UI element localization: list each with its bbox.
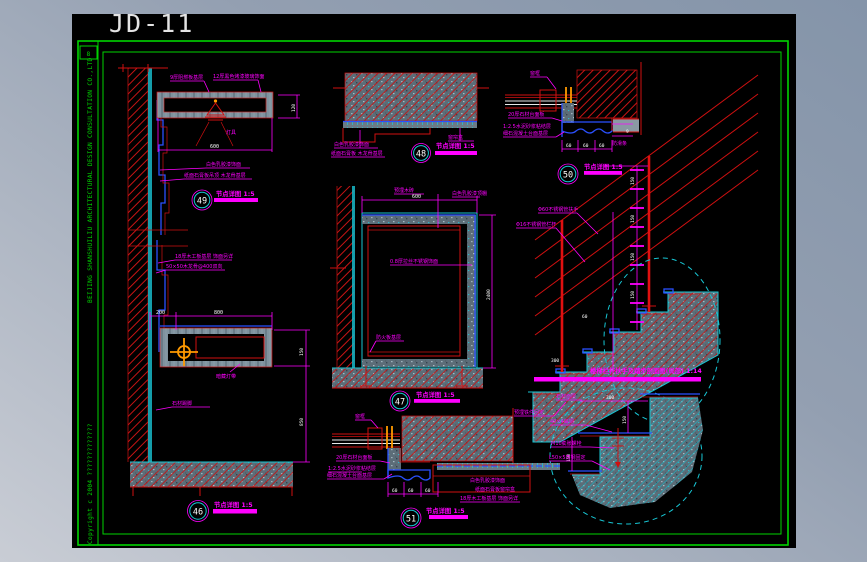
annotation-label: 12厚黑色烤漆玻璃饰面 (213, 73, 264, 80)
detail-49-section: 9厚阻燃板基层 12厚黑色烤漆玻璃饰面 灯具 600 120 白色乳胶漆饰面 纸… (156, 73, 300, 211)
annotation-label: Φ16不锈钢管栏杆 (516, 221, 556, 228)
annotation-label: 预埋铁件固定 (514, 409, 544, 416)
annotation-label: 防滑条 (612, 140, 627, 147)
annotation-label: L50×5角钢固定 (549, 454, 586, 461)
section-title: 楼梯栏杆扶手及踏步剖面图(局部) 1:14 (590, 366, 702, 375)
annotation-label: 白色乳胶漆饰面 (470, 477, 505, 484)
dim-text: 9 (626, 129, 629, 135)
annotation-label: 白色乳胶漆饰面 (206, 161, 241, 168)
revision-number: 8 (86, 51, 90, 58)
dim-text: 150 (622, 416, 628, 424)
dim-text: 120 (291, 104, 297, 112)
annotation-label: 纸面石膏板 木龙骨基层 (331, 150, 383, 157)
annotation-label: 白色乳胶漆饰面 (334, 141, 369, 148)
dim-text: 200 (156, 310, 165, 316)
annotation-label: 50×50木龙骨@400双向 (166, 263, 222, 270)
annotation-label: 窗帘盒 (448, 134, 463, 141)
dim-text: 60 (582, 314, 588, 320)
window-mullion (332, 426, 400, 450)
annotation-label: 细石混凝土台面基层 (327, 472, 372, 479)
annotation-label: 窗框 (530, 70, 540, 77)
detail-47-section: 预埋木砖 白色乳胶漆顶棚 0.8厚拉丝不锈钢饰面 防火板基层 600 2400 (330, 186, 496, 412)
dim-text: 60 (392, 488, 398, 494)
bubble-number: 51 (406, 515, 416, 525)
dim-text: 150 (630, 291, 636, 299)
titleblock-copyright: Copyright c 2004 ????????????? (87, 423, 94, 544)
dim-text: 2400 (486, 289, 492, 300)
bubble-number: 49 (197, 197, 207, 207)
detail-51-section: 窗框 20厚石材台面板 1:2.5水泥砂浆粘结层 细石混凝土台面基层 60 60… (327, 408, 560, 529)
annotation-label: 窗框 (355, 413, 365, 420)
annotation-label: 暗藏灯带 (216, 373, 236, 380)
annotation-label: 纸面石膏板窗帘盒 (475, 486, 515, 493)
dim-text: 60 (599, 143, 605, 149)
dim-text: 60 (408, 488, 414, 494)
bubble-number: 47 (395, 398, 405, 408)
annotation-label: 9厚阻燃板基层 (170, 74, 203, 81)
detail-bubble-51[interactable]: 51 节点详图 1:5 (400, 506, 468, 529)
detail-46-section: 18厚木工板基层 饰面另详 50×50木龙骨@400双向 暗藏灯带 石材踢脚 2… (130, 253, 310, 522)
dim-text: 150 (630, 215, 636, 223)
dim-text: 60 (566, 143, 572, 149)
detail-bubble-47[interactable]: 47 节点详图 1:5 (389, 390, 460, 412)
floor-slab (332, 366, 483, 389)
annotation-label: 预埋木砖 (394, 187, 414, 194)
annotation-label: 纸面石膏板吊顶 木龙骨基层 (184, 172, 246, 179)
bubble-number: 48 (416, 150, 426, 160)
dim-text: 600 (412, 194, 421, 200)
detail-title: 节点详图 1:5 (216, 189, 255, 198)
cad-viewer-page: JD-11 8 BEIJING SHANSHUILIU ARCHITECTURA… (0, 0, 867, 562)
annotation-label: 石材面层 (556, 393, 576, 400)
bubble-number: 50 (563, 171, 573, 181)
dim-text: 150 (630, 253, 636, 261)
annotation-label: Φ60不锈钢管扶手 (538, 206, 578, 213)
stair-title: 楼梯栏杆扶手及踏步剖面图(局部) 1:14 (534, 366, 702, 382)
dim-text: 150 (299, 348, 305, 356)
titleblock-company: BEIJING SHANSHUILIU ARCHITECTURAL DESIGN… (87, 57, 94, 303)
enlarged-step-detail: 300 150 150 石材面层 40×4扁钢 M10膨胀螺栓 L50×5角钢固… (549, 387, 703, 525)
dim-text: 800 (214, 310, 223, 316)
detail-title: 节点详图 1:5 (584, 162, 623, 171)
annotation-label: 1:2.5水泥砂浆粘结层 (328, 465, 376, 472)
annotation-label: 20厚石材台面板 (336, 454, 372, 461)
dim-text: 300 (606, 395, 614, 401)
detail-title: 节点详图 1:5 (436, 141, 475, 150)
sheet-number: JD-11 (109, 9, 194, 38)
bubble-number: 46 (193, 508, 203, 518)
annotation-label: 20厚石材台面板 (508, 111, 544, 118)
detail-bubble-48[interactable]: 48 节点详图 1:5 (411, 141, 478, 163)
dim-text: 60 (425, 488, 431, 494)
drawing-sheet: JD-11 8 BEIJING SHANSHUILIU ARCHITECTURA… (77, 9, 789, 546)
annotation-label: 防火板基层 (376, 334, 401, 341)
annotation-label: 灯具 (226, 129, 236, 136)
annotation-label: 白色乳胶漆顶棚 (452, 190, 487, 197)
floor-slab (130, 461, 293, 496)
detail-48-section: 白色乳胶漆饰面 纸面石膏板 木龙骨基层 窗帘盒 48 节点详图 1:5 (331, 72, 489, 163)
annotation-label: 0.8厚拉丝不锈钢饰面 (390, 258, 438, 265)
dim-text: 60 (583, 143, 589, 149)
annotation-label: 细石混凝土台面基层 (503, 130, 548, 137)
annotation-label: 18厚木工板基层 饰面另详 (460, 495, 518, 502)
annotation-label: 18厚木工板基层 饰面另详 (175, 253, 233, 260)
dim-text: 150 (630, 177, 636, 185)
dim-text: 850 (299, 418, 305, 426)
detail-bubble-50[interactable]: 50 节点详图 1:5 (557, 162, 623, 185)
annotation-label: 40×4扁钢 (550, 418, 574, 425)
detail-title: 节点详图 1:5 (214, 500, 253, 509)
detail-bubble-46[interactable]: 46 节点详图 1:5 (187, 500, 258, 522)
annotation-label: M10膨胀螺栓 (551, 440, 582, 447)
dim-text: 600 (210, 144, 219, 150)
detail-title: 节点详图 1:5 (426, 506, 465, 515)
annotation-label: 1:2.5水泥砂浆粘结层 (503, 123, 551, 130)
annotation-label: 石材踢脚 (172, 400, 192, 407)
detail-bubble-49[interactable]: 49 节点详图 1:5 (191, 189, 258, 211)
dim-text: 300 (551, 358, 559, 364)
detail-title: 节点详图 1:5 (416, 390, 455, 399)
